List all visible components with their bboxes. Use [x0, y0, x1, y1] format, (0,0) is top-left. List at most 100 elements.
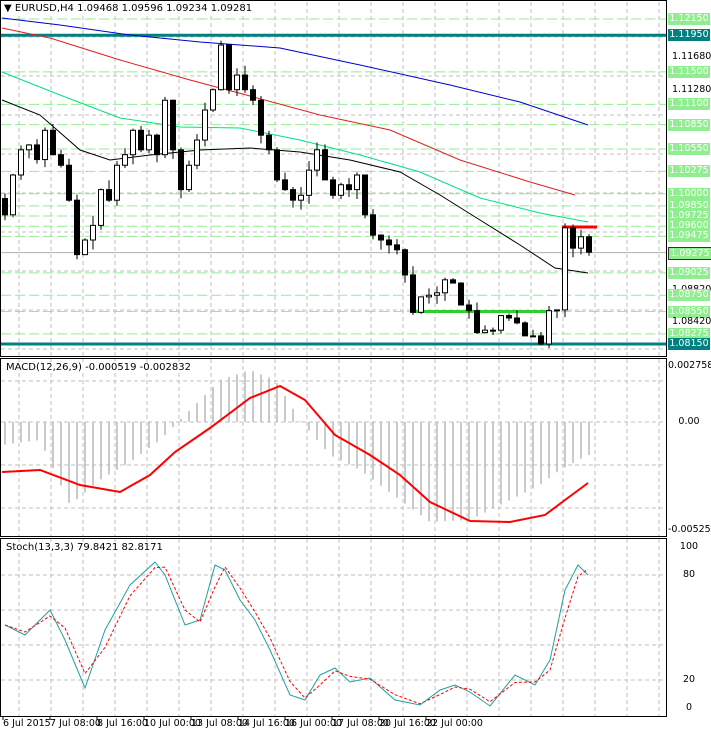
- price-axis-label: 1.10000: [668, 187, 710, 200]
- bull-candle: [210, 89, 216, 111]
- time-axis-label: 7 Jul 08:00: [50, 718, 101, 729]
- bear-candle: [66, 164, 72, 201]
- bull-candle: [234, 74, 240, 91]
- bear-candle: [50, 129, 56, 156]
- macd-zero-label: 0.00: [678, 416, 700, 427]
- bull-candle: [186, 164, 192, 191]
- bull-candle: [122, 154, 128, 166]
- bull-candle: [418, 296, 424, 313]
- bull-candle: [98, 189, 104, 226]
- bull-candle: [490, 329, 496, 332]
- price-axis-label: 1.11680: [672, 51, 711, 63]
- bear-candle: [514, 317, 520, 324]
- bear-candle: [106, 189, 112, 201]
- bear-candle: [2, 198, 8, 216]
- bear-candle: [58, 154, 64, 166]
- bull-candle: [218, 44, 224, 91]
- main-chart-title: ▼ EURUSD,H4 1.09468 1.09596 1.09234 1.09…: [2, 3, 255, 14]
- bear-candle: [34, 144, 40, 161]
- price-axis-label: 1.10550: [668, 143, 710, 155]
- stoch-main-line: [4, 561, 589, 707]
- bear-candle: [74, 199, 80, 256]
- bull-candle: [554, 309, 560, 312]
- price-axis-label: 1.09275: [668, 246, 711, 260]
- bear-candle: [402, 249, 408, 276]
- symbol-label: EURUSD,H4: [14, 3, 74, 14]
- bear-candle: [378, 234, 384, 241]
- bull-candle: [426, 294, 432, 298]
- bear-candle: [290, 189, 296, 201]
- bear-candle: [450, 279, 456, 284]
- macd-signal-line: [1, 384, 589, 524]
- ma-red-line: [1, 27, 576, 196]
- bear-candle: [170, 99, 176, 151]
- bear-candle: [242, 74, 248, 91]
- bear-candle: [522, 322, 528, 337]
- macd-max-label: 0.002758: [668, 360, 711, 371]
- price-axis-label: 1.10850: [668, 118, 710, 131]
- bear-candle: [282, 179, 288, 191]
- bear-candle: [250, 89, 256, 101]
- stoch-20-label: 20: [682, 674, 696, 685]
- time-axis-label: 8 Jul 16:00: [97, 718, 148, 729]
- bear-candle: [266, 134, 272, 151]
- bull-candle: [146, 134, 152, 151]
- bull-candle: [434, 292, 440, 296]
- bear-candle: [322, 149, 328, 181]
- bull-candle: [162, 99, 168, 156]
- bear-candle: [346, 184, 352, 191]
- bear-candle: [410, 274, 416, 313]
- bear-candle: [154, 134, 160, 156]
- bull-candle: [90, 224, 96, 241]
- bear-candle: [330, 179, 336, 196]
- stoch-panel-border: [0, 538, 667, 717]
- price-axis-label: 1.08420: [672, 316, 711, 328]
- trading-chart-window: ▼ EURUSD,H4 1.09468 1.09596 1.09234 1.09…: [0, 0, 711, 733]
- time-axis-label: 22 Jul 00:00: [426, 718, 483, 729]
- bear-candle: [178, 149, 184, 191]
- bull-candle: [130, 129, 136, 156]
- bull-candle: [498, 315, 504, 331]
- price-axis-label: 1.12150: [668, 13, 710, 25]
- bear-candle: [274, 149, 280, 181]
- bull-candle: [202, 109, 208, 141]
- bear-candle: [370, 214, 376, 236]
- bull-candle: [26, 144, 32, 151]
- bear-candle: [362, 174, 368, 216]
- bull-candle: [578, 236, 584, 249]
- price-axis-label: 1.09475: [668, 230, 710, 243]
- price-axis-label: 1.11280: [672, 83, 711, 95]
- time-axis-label: 6 Jul 2015: [3, 718, 51, 729]
- price-axis-label: 1.09025: [668, 266, 710, 279]
- price-axis-label: 1.11950: [668, 29, 710, 42]
- price-axis-label: 1.11500: [668, 65, 710, 78]
- stoch-80-label: 80: [682, 569, 696, 580]
- open-value: 1.09468: [77, 3, 119, 14]
- price-axis-label: 1.10275: [668, 165, 710, 178]
- bull-candle: [194, 139, 200, 166]
- bear-candle: [506, 315, 512, 319]
- bull-candle: [442, 279, 448, 294]
- bull-candle: [482, 329, 488, 334]
- price-axis-label: 1.08750: [668, 289, 710, 302]
- bull-candle: [42, 129, 48, 161]
- bull-candle: [298, 194, 304, 201]
- close-value: 1.09281: [210, 3, 253, 14]
- bear-candle: [226, 44, 232, 91]
- stoch-0-label: 0: [685, 702, 693, 713]
- bull-candle: [114, 164, 120, 201]
- price-axis-label: 1.11100: [668, 98, 710, 111]
- macd-title: MACD(12,26,9) -0.000519 -0.002832: [4, 362, 193, 373]
- bull-candle: [18, 149, 24, 176]
- bull-candle: [546, 310, 552, 345]
- bear-candle: [570, 227, 576, 249]
- bull-candle: [82, 239, 88, 256]
- collapse-triangle-icon[interactable]: ▼: [4, 3, 15, 14]
- bear-candle: [394, 244, 400, 251]
- price-axis-label: 1.08150: [668, 338, 710, 350]
- bull-candle: [530, 335, 536, 338]
- bull-candle: [338, 184, 344, 196]
- high-value: 1.09596: [121, 3, 163, 14]
- bear-candle: [586, 236, 592, 253]
- bull-candle: [306, 169, 312, 196]
